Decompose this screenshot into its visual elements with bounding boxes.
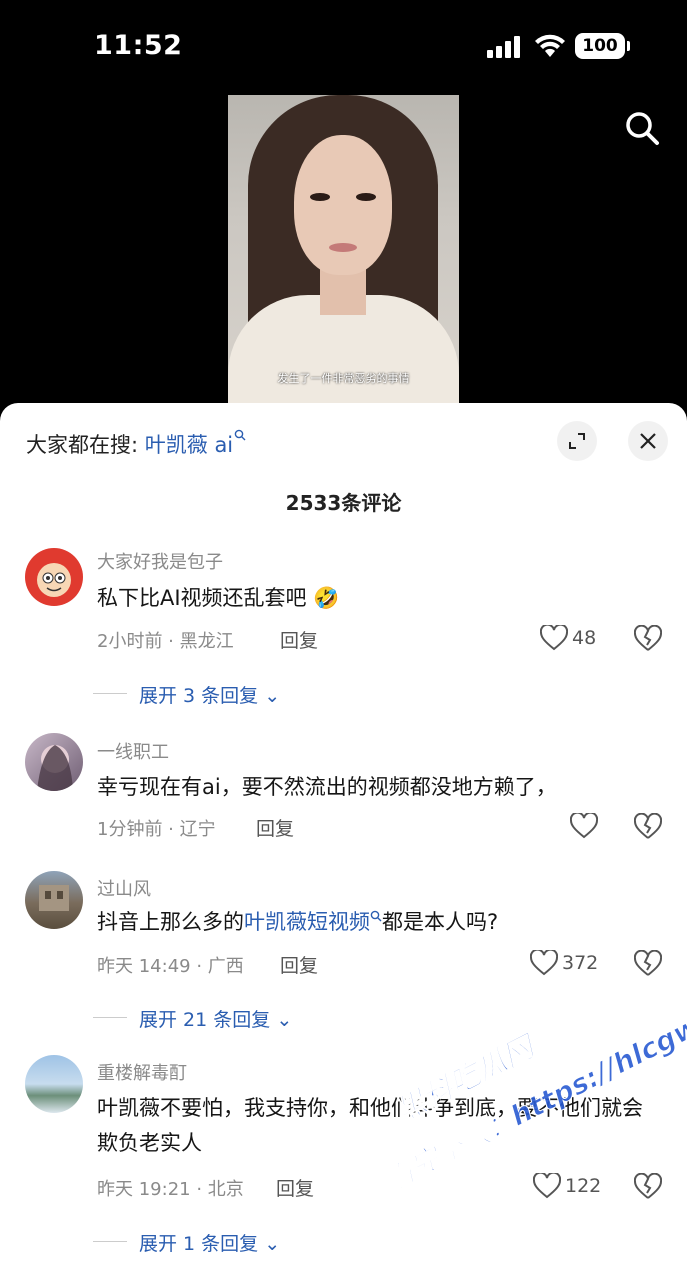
heart-icon: [533, 1173, 561, 1199]
like-count: 372: [562, 952, 599, 974]
dislike-broken-heart-icon[interactable]: [634, 813, 662, 841]
chevron-down-icon: ⌄: [264, 685, 281, 707]
like-count: 48: [572, 627, 597, 649]
comments-sheet: 大家都在搜: 叶凯薇 ai 2533条评论 大家好我是包子 私下比AI视频还乱套…: [0, 403, 687, 1280]
reply-button[interactable]: 回复: [280, 626, 318, 653]
comment-username[interactable]: 过山风: [97, 875, 151, 901]
comment-search-keyword[interactable]: 叶凯薇短视频: [244, 910, 370, 934]
hot-search-bar[interactable]: 大家都在搜: 叶凯薇 ai: [26, 429, 246, 459]
status-bar: 11:52 100: [0, 0, 687, 90]
like-button[interactable]: 372: [530, 950, 620, 978]
comment-item: 重楼解毒酊 叶凯薇不要怕，我支持你，和他们斗争到底，要不他们就会欺负老实人 昨天…: [0, 1055, 687, 1280]
laughing-emoji-icon: 🤣: [313, 586, 340, 610]
search-small-icon: [370, 910, 382, 922]
dislike-broken-heart-icon[interactable]: [634, 1173, 662, 1201]
search-icon[interactable]: [624, 110, 660, 146]
avatar[interactable]: [25, 548, 83, 606]
search-small-icon: [234, 429, 246, 441]
comment-item: 过山风 抖音上那么多的叶凯薇短视频 都是本人吗? 昨天 14:49 · 广西 回复…: [0, 871, 687, 1041]
heart-icon: [530, 950, 558, 976]
reply-button[interactable]: 回复: [276, 1174, 314, 1201]
comment-username[interactable]: 大家好我是包子: [97, 548, 223, 574]
avatar[interactable]: [25, 871, 83, 929]
hot-search-keyword[interactable]: 叶凯薇 ai: [145, 433, 233, 457]
comment-meta: 昨天 19:21 · 北京: [97, 1179, 244, 1200]
comment-username[interactable]: 一线职工: [97, 738, 169, 764]
like-button[interactable]: 122: [533, 1173, 623, 1201]
video-player[interactable]: 发生了一件非常恶劣的事情: [228, 95, 459, 405]
heart-icon: [570, 813, 598, 839]
close-icon: [640, 433, 656, 449]
avatar[interactable]: [25, 733, 83, 791]
comment-username[interactable]: 重楼解毒酊: [97, 1059, 187, 1085]
expand-icon: [569, 433, 585, 449]
comment-text: 叶凯薇不要怕，我支持你，和他们斗争到底，要不他们就会欺负老实人: [97, 1096, 643, 1155]
comment-item: 大家好我是包子 私下比AI视频还乱套吧 🤣 2小时前 · 黑龙江 回复 48 展…: [0, 543, 687, 713]
comment-item: 一线职工 幸亏现在有ai，要不然流出的视频都没地方赖了， 1分钟前 · 辽宁 回…: [0, 733, 687, 863]
comment-meta: 昨天 14:49 · 广西: [97, 956, 244, 977]
comment-meta: 1分钟前 · 辽宁: [97, 819, 216, 840]
expand-replies-link[interactable]: 展开 3 条回复 ⌄: [92, 681, 281, 708]
cellular-signal-icon: [487, 36, 523, 58]
dislike-broken-heart-icon[interactable]: [634, 625, 662, 653]
chevron-down-icon: ⌄: [276, 1009, 293, 1031]
wifi-icon: [535, 34, 565, 57]
comment-text: 抖音上那么多的叶凯薇短视频 都是本人吗?: [97, 910, 499, 934]
heart-icon: [540, 625, 568, 651]
video-subtitle: 发生了一件非常恶劣的事情: [277, 372, 410, 385]
expand-button[interactable]: [557, 421, 597, 461]
battery-icon: 100: [575, 33, 630, 59]
reply-button[interactable]: 回复: [256, 814, 294, 841]
close-button[interactable]: [628, 421, 668, 461]
comment-text: 私下比AI视频还乱套吧 🤣: [97, 586, 340, 610]
dislike-broken-heart-icon[interactable]: [634, 950, 662, 978]
hot-search-prefix: 大家都在搜:: [26, 433, 145, 457]
reply-button[interactable]: 回复: [280, 951, 318, 978]
chevron-down-icon: ⌄: [264, 1233, 281, 1255]
expand-replies-link[interactable]: 展开 21 条回复 ⌄: [92, 1005, 293, 1032]
expand-replies-link[interactable]: 展开 1 条回复 ⌄: [92, 1229, 281, 1256]
status-time: 11:52: [94, 30, 183, 61]
comment-count: 2533条评论: [285, 491, 402, 515]
comment-meta: 2小时前 · 黑龙江: [97, 631, 234, 652]
avatar[interactable]: [25, 1055, 83, 1113]
comment-text: 幸亏现在有ai，要不然流出的视频都没地方赖了，: [97, 775, 557, 799]
like-button[interactable]: 48: [540, 625, 630, 653]
like-count: 122: [565, 1175, 602, 1197]
